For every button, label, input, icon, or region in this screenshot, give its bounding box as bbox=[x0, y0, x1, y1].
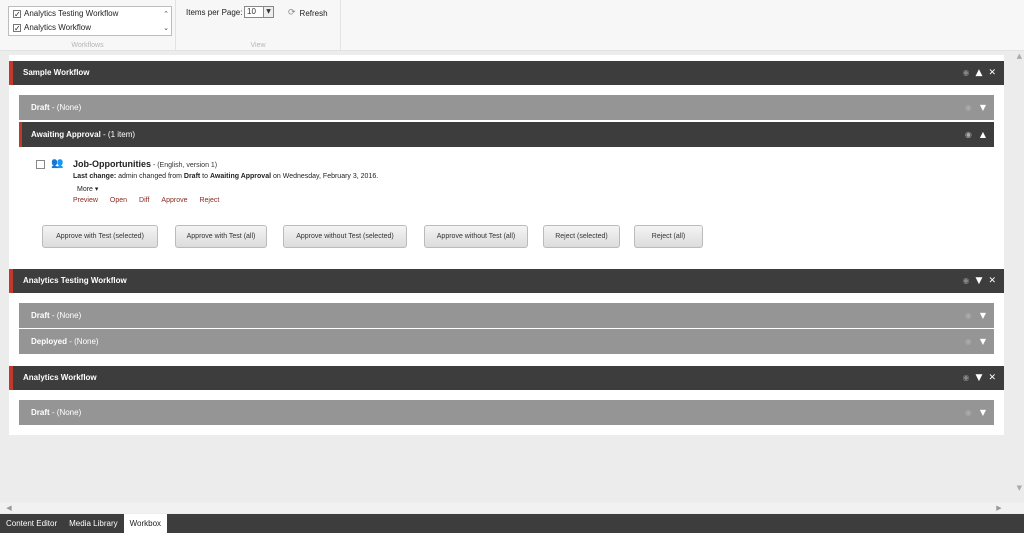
workflow-option-label: Analytics Testing Workflow bbox=[24, 9, 119, 18]
change-user: admin changed from bbox=[116, 173, 184, 180]
items-per-page-select[interactable]: 10 ▼ bbox=[244, 6, 274, 18]
close-icon[interactable]: ✕ bbox=[988, 61, 996, 85]
item-name[interactable]: Job-Opportunities bbox=[73, 159, 151, 169]
item-meta: - (English, version 1) bbox=[151, 162, 218, 169]
workflow-header-analytics[interactable]: Analytics Workflow ◉ ▼ ✕ bbox=[9, 366, 1004, 390]
item-checkbox[interactable] bbox=[36, 160, 45, 169]
rss-icon[interactable]: ◉ bbox=[965, 95, 972, 120]
chevron-up-icon[interactable]: ⌃ bbox=[161, 7, 171, 21]
item-actions: Preview Open Diff Approve Reject bbox=[73, 197, 219, 204]
state-awaiting-approval[interactable]: Awaiting Approval - (1 item) ◉ ▲ bbox=[19, 122, 994, 147]
workflow-header-analytics-testing[interactable]: Analytics Testing Workflow ◉ ▼ ✕ bbox=[9, 269, 1004, 293]
approve-with-test-selected-button[interactable]: Approve with Test (selected) bbox=[42, 225, 158, 248]
approve-without-test-all-button[interactable]: Approve without Test (all) bbox=[424, 225, 528, 248]
chevron-down-icon[interactable]: ▼ bbox=[980, 95, 986, 120]
workflow-title: Sample Workflow bbox=[23, 68, 90, 77]
state-name: Draft bbox=[31, 311, 50, 320]
approve-link[interactable]: Approve bbox=[161, 197, 187, 204]
state-detail: - (None) bbox=[49, 103, 82, 112]
chevron-down-icon[interactable]: ▼ bbox=[980, 303, 986, 328]
chevron-up-icon[interactable]: ▲ bbox=[980, 122, 986, 147]
workflow-title: Analytics Testing Workflow bbox=[23, 276, 127, 285]
ribbon: Analytics Testing Workflow Analytics Wor… bbox=[0, 0, 1024, 51]
item-title: Job-Opportunities - (English, version 1) bbox=[73, 159, 217, 169]
open-link[interactable]: Open bbox=[110, 197, 127, 204]
taskbar: Content Editor Media Library Workbox bbox=[0, 514, 1024, 533]
rss-icon[interactable]: ◉ bbox=[965, 122, 972, 147]
tab-workbox[interactable]: Workbox bbox=[123, 514, 168, 533]
rss-icon[interactable]: ◉ bbox=[965, 329, 972, 354]
view-group-title: View bbox=[250, 42, 266, 49]
workflow-header-sample[interactable]: Sample Workflow ◉ ▲ ✕ bbox=[9, 61, 1004, 85]
to-state: Awaiting Approval bbox=[209, 173, 272, 180]
state-deployed[interactable]: Deployed - (None) ◉ ▼ bbox=[19, 329, 994, 354]
workflow-checkbox[interactable] bbox=[13, 22, 21, 36]
scroll-right-icon[interactable]: ▶ bbox=[994, 503, 1004, 513]
rss-icon[interactable]: ◉ bbox=[963, 366, 970, 390]
chevron-down-icon[interactable]: ⌄ bbox=[161, 21, 171, 35]
workbox-panel: Sample Workflow ◉ ▲ ✕ Draft - (None) ◉ ▼ … bbox=[9, 55, 1004, 435]
reject-link[interactable]: Reject bbox=[199, 197, 219, 204]
approve-with-test-all-button[interactable]: Approve with Test (all) bbox=[175, 225, 267, 248]
tab-content-editor[interactable]: Content Editor bbox=[0, 514, 63, 533]
rss-icon[interactable]: ◉ bbox=[963, 269, 970, 293]
chevron-down-icon[interactable]: ▼ bbox=[263, 7, 273, 17]
rss-icon[interactable]: ◉ bbox=[965, 400, 972, 425]
workflow-title: Analytics Workflow bbox=[23, 373, 97, 382]
close-icon[interactable]: ✕ bbox=[988, 269, 996, 293]
state-name: Draft bbox=[31, 408, 50, 417]
workflow-checkbox[interactable] bbox=[13, 8, 21, 22]
view-group: Items per Page: 10 ▼ ⟳ Refresh View bbox=[176, 0, 341, 51]
workflow-item: 👥 Job-Opportunities - (English, version … bbox=[36, 158, 736, 210]
preview-link[interactable]: Preview bbox=[73, 197, 98, 204]
state-detail: - (None) bbox=[49, 311, 82, 320]
close-icon[interactable]: ✕ bbox=[988, 366, 996, 390]
state-detail: - (None) bbox=[67, 337, 99, 346]
change-label: Last change: bbox=[73, 173, 117, 180]
item-last-change: Last change: admin changed from Draft to… bbox=[73, 173, 378, 180]
diff-link[interactable]: Diff bbox=[139, 197, 149, 204]
state-name: Draft bbox=[31, 103, 50, 112]
state-detail: - (None) bbox=[49, 408, 82, 417]
workflow-option-label: Analytics Workflow bbox=[24, 23, 91, 32]
chevron-down-icon[interactable]: ▼ bbox=[980, 400, 986, 425]
workflows-group-title: Workflows bbox=[71, 42, 104, 49]
from-state: Draft bbox=[183, 173, 201, 180]
state-draft[interactable]: Draft - (None) ◉ ▼ bbox=[19, 400, 994, 425]
items-per-page-label: Items per Page: bbox=[186, 8, 243, 17]
approve-without-test-selected-button[interactable]: Approve without Test (selected) bbox=[283, 225, 407, 248]
workflow-option[interactable]: Analytics Testing Workflow bbox=[9, 7, 171, 22]
users-icon: 👥 bbox=[51, 158, 64, 169]
state-name: Awaiting Approval bbox=[31, 130, 101, 139]
items-per-page-value: 10 bbox=[247, 7, 256, 16]
collapse-icon[interactable]: ▲ bbox=[976, 61, 983, 85]
list-scrollbar[interactable]: ⌃ ⌄ bbox=[161, 7, 171, 35]
state-name: Deployed bbox=[31, 337, 68, 346]
reject-selected-button[interactable]: Reject (selected) bbox=[543, 225, 620, 248]
scroll-down-icon[interactable]: ▼ bbox=[1017, 484, 1022, 492]
change-date: on Wednesday, February 3, 2016. bbox=[271, 173, 379, 180]
refresh-button[interactable]: ⟳ Refresh bbox=[288, 8, 328, 18]
workflows-group: Analytics Testing Workflow Analytics Wor… bbox=[0, 0, 176, 51]
horizontal-scrollbar[interactable]: ◀ ▶ bbox=[0, 503, 1024, 513]
refresh-label: Refresh bbox=[299, 8, 328, 18]
tab-media-library[interactable]: Media Library bbox=[63, 514, 123, 533]
expand-icon[interactable]: ▼ bbox=[976, 366, 983, 390]
scroll-left-icon[interactable]: ◀ bbox=[4, 503, 14, 513]
state-draft[interactable]: Draft - (None) ◉ ▼ bbox=[19, 303, 994, 328]
reject-all-button[interactable]: Reject (all) bbox=[634, 225, 703, 248]
more-dropdown[interactable]: More ▾ bbox=[77, 185, 98, 193]
state-draft[interactable]: Draft - (None) ◉ ▼ bbox=[19, 95, 994, 120]
refresh-icon: ⟳ bbox=[288, 8, 296, 18]
rss-icon[interactable]: ◉ bbox=[963, 61, 970, 85]
rss-icon[interactable]: ◉ bbox=[965, 303, 972, 328]
chevron-down-icon[interactable]: ▼ bbox=[980, 329, 986, 354]
workflows-list[interactable]: Analytics Testing Workflow Analytics Wor… bbox=[8, 6, 172, 36]
state-detail: - (1 item) bbox=[100, 130, 136, 139]
expand-icon[interactable]: ▼ bbox=[976, 269, 983, 293]
to-text: to bbox=[200, 173, 210, 180]
scroll-up-icon[interactable]: ▲ bbox=[1017, 52, 1022, 60]
workflow-option[interactable]: Analytics Workflow bbox=[9, 21, 171, 36]
